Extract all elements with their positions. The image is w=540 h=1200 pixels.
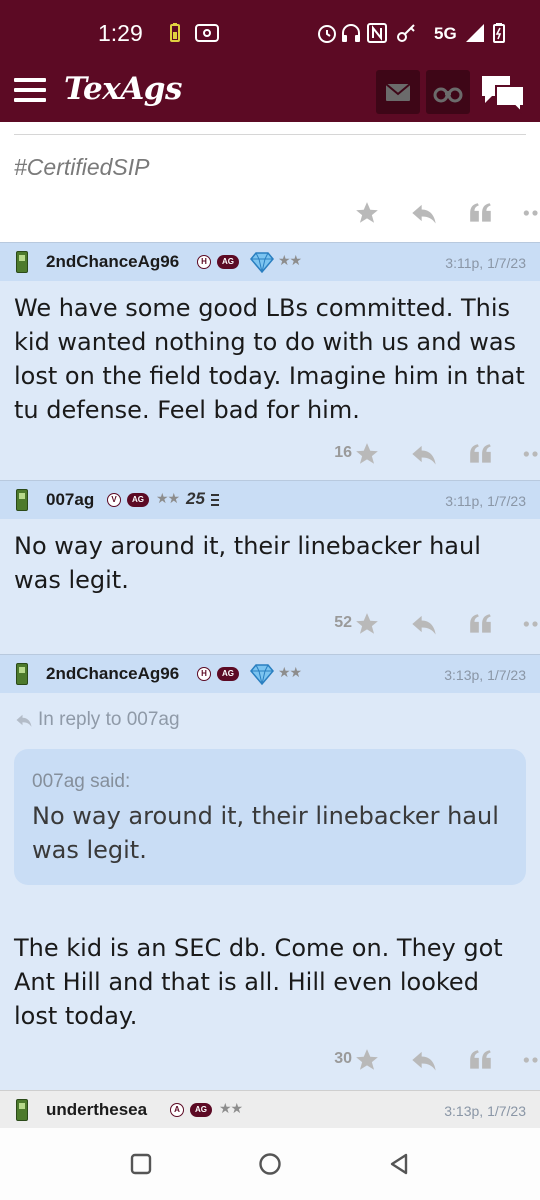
reply-to-link[interactable]: In reply to 007ag: [38, 709, 180, 731]
post-header: 2ndChanceAg96 H AG ★★ 3:13p, 1/7/23: [0, 655, 540, 693]
quote-author: 007ag said:: [32, 771, 131, 792]
mobile-phone-icon: [16, 1099, 28, 1121]
rating-stars: ★★: [156, 491, 180, 507]
mobile-phone-icon: [16, 663, 28, 685]
recents-icon[interactable]: [129, 1152, 153, 1176]
network-type: 5G: [434, 24, 457, 43]
nfc-n-icon: [366, 22, 388, 48]
post-timestamp: 3:11p, 1/7/23: [445, 255, 526, 271]
battery-icon: [492, 22, 506, 48]
post-header: underthesea A AG ★★ 3:13p, 1/7/23: [0, 1090, 540, 1128]
menu-icon[interactable]: [14, 78, 46, 104]
diamond-icon: [250, 664, 274, 685]
post-header: 007ag V AG ★★ 25 3:11p, 1/7/23: [0, 481, 540, 519]
post-body: We have some good LBs committed. This ki…: [14, 294, 525, 424]
post-header: 2ndChanceAg96 H AG ★★ 3:11p, 1/7/23: [0, 243, 540, 281]
post: 2ndChanceAg96 H AG ★★ 3:13p, 1/7/23 In r…: [0, 654, 540, 1090]
quote-text: No way around it, their linebacker haul …: [32, 802, 499, 864]
previous-post: #CertifiedSIP: [0, 122, 540, 242]
star-count: 30: [334, 1050, 352, 1067]
diamond-icon: [250, 252, 274, 273]
divider: [14, 134, 526, 135]
rating-stars: ★★: [219, 1101, 243, 1117]
nfc-icon: [194, 22, 220, 48]
quote-icon[interactable]: [468, 609, 494, 639]
alarm-icon: [316, 22, 338, 48]
status-bar: 1:29 5G: [0, 0, 540, 64]
mobile-phone-icon: [16, 489, 28, 511]
quote-icon[interactable]: [468, 198, 494, 228]
post: 2ndChanceAg96 H AG ★★ 3:11p, 1/7/23 We h…: [0, 242, 540, 480]
member-badge: V: [107, 493, 121, 507]
post-actions: 52: [286, 609, 538, 639]
key-icon: [396, 22, 418, 48]
more-icon[interactable]: [522, 198, 540, 228]
home-icon[interactable]: [258, 1152, 282, 1176]
battery-saver-icon: [168, 22, 182, 48]
post: 007ag V AG ★★ 25 3:11p, 1/7/23 No way ar…: [0, 480, 540, 654]
ag-badge: AG: [217, 667, 239, 681]
quote-icon[interactable]: [468, 439, 494, 469]
post-actions: 16: [286, 439, 538, 469]
post-timestamp: 3:11p, 1/7/23: [445, 493, 526, 509]
more-icon[interactable]: [522, 1045, 540, 1075]
member-badge: H: [197, 255, 211, 269]
member-badge: A: [170, 1103, 184, 1117]
member-badge: H: [197, 667, 211, 681]
username[interactable]: underthesea: [46, 1100, 147, 1120]
brand-logo[interactable]: TexAgs: [64, 71, 182, 107]
reply-arrow-icon: [16, 714, 32, 727]
rating-stars: ★★: [278, 665, 302, 681]
post-actions: 30: [286, 1045, 538, 1075]
app-bar: TexAgs: [0, 64, 540, 122]
reply-icon[interactable]: [410, 198, 438, 228]
more-icon[interactable]: [522, 439, 540, 469]
stripes-icon: [211, 494, 219, 506]
binoculars-button[interactable]: [426, 70, 470, 114]
star-count: 52: [334, 614, 352, 631]
reply-icon[interactable]: [410, 439, 438, 469]
back-icon[interactable]: [387, 1152, 411, 1176]
star-icon[interactable]: [354, 609, 380, 639]
post-body: The kid is an SEC db. Come on. They got …: [14, 934, 503, 1030]
status-time: 1:29: [98, 20, 143, 46]
signal-icon: [464, 22, 486, 48]
reply-icon[interactable]: [410, 609, 438, 639]
rating-stars: ★★: [278, 253, 302, 269]
binoculars-icon: [433, 87, 463, 103]
mail-icon: [385, 83, 411, 101]
post-timestamp: 3:13p, 1/7/23: [444, 1103, 526, 1119]
post-body: No way around it, their linebacker haul …: [14, 532, 481, 594]
chat-button[interactable]: [480, 72, 526, 115]
more-icon[interactable]: [522, 609, 540, 639]
ag-badge: AG: [127, 493, 149, 507]
star-count: 16: [334, 444, 352, 461]
quote-box: 007ag said: No way around it, their line…: [14, 749, 526, 885]
quote-icon[interactable]: [468, 1045, 494, 1075]
post-signature: #CertifiedSIP: [14, 154, 150, 180]
post-actions: [286, 198, 538, 228]
username[interactable]: 2ndChanceAg96: [46, 664, 179, 684]
ag-badge: AG: [190, 1103, 212, 1117]
years-badge: 25: [186, 489, 205, 508]
star-icon[interactable]: [354, 1045, 380, 1075]
reply-icon[interactable]: [410, 1045, 438, 1075]
chat-icon: [482, 76, 525, 115]
username[interactable]: 007ag: [46, 490, 94, 510]
star-icon[interactable]: [354, 198, 380, 228]
mobile-phone-icon: [16, 251, 28, 273]
system-nav-bar: [0, 1128, 540, 1200]
star-icon[interactable]: [354, 439, 380, 469]
post-timestamp: 3:13p, 1/7/23: [444, 667, 526, 683]
headphones-icon: [340, 22, 362, 48]
mail-button[interactable]: [376, 70, 420, 114]
ag-badge: AG: [217, 255, 239, 269]
username[interactable]: 2ndChanceAg96: [46, 252, 179, 272]
